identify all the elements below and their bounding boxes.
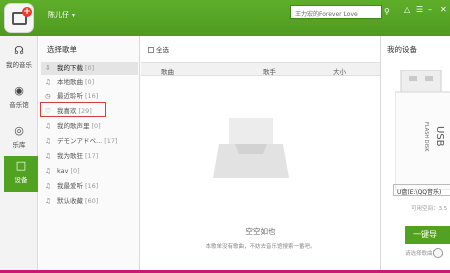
playlist-item[interactable]: ♫ 我的歌声里 [0] — [41, 120, 138, 133]
playlist-count: [16] — [85, 182, 99, 190]
playlist-item[interactable]: ♫ 我最爱听 [16] — [41, 180, 138, 193]
nav-label: 设备 — [14, 176, 28, 184]
playlist-item[interactable]: ♫ 默认收藏 [60] — [41, 195, 138, 208]
playlist-icon: ♫ — [45, 197, 51, 205]
playlist-count: [16] — [85, 92, 99, 100]
checkbox-icon — [148, 47, 154, 53]
device-panel: 我的设备 USB FLASH DISK U盘(E:\QQ音乐) 可用空间：3.5… — [380, 36, 450, 270]
playlist-count: [60] — [85, 197, 99, 205]
playlist-icon: ♫ — [45, 182, 51, 190]
playlist-label: 本地歌曲 — [57, 78, 83, 86]
empty-title: 空空如也 — [245, 227, 276, 236]
playlist-item[interactable]: ♫ デモンアドベ... [17] — [41, 135, 138, 148]
playlist-item[interactable]: ⇩ 我的下载 [0] — [41, 62, 138, 75]
download-icon: ⇩ — [45, 64, 51, 72]
column-header-artist[interactable]: 歌手 — [263, 66, 276, 76]
playlist-icon: ♫ — [45, 122, 51, 130]
playlist-count: [17] — [85, 152, 99, 160]
app-logo[interactable]: + — [4, 3, 34, 33]
minimize-icon[interactable]: – — [428, 5, 432, 14]
playlist-label: 我的歌声里 — [57, 122, 90, 130]
device-select-value: U盘(E:\QQ音乐) — [397, 189, 442, 196]
device-select[interactable]: U盘(E:\QQ音乐) — [393, 184, 450, 196]
playlist-label: kav — [57, 167, 69, 175]
left-nav: ☊ 我的音乐 ◉ 音乐馆 ◎ 乐库 □ 设备 — [0, 36, 38, 270]
nav-label: 我的音乐 — [6, 61, 32, 69]
playlist-count: [0] — [91, 122, 101, 130]
playlist-label: 我的下载 — [57, 64, 83, 72]
music-hall-icon: ◉ — [14, 84, 24, 97]
nav-music-hall[interactable]: ◉ 音乐馆 — [0, 81, 38, 117]
playlist-icon: ♫ — [45, 137, 51, 145]
headphones-icon: ☊ — [14, 44, 24, 57]
search-icon[interactable]: ⚲ — [384, 7, 390, 16]
playlist-header: 选择歌单 — [47, 45, 77, 54]
playlist-label: 最近聆听 — [57, 92, 83, 100]
usb-sublabel: FLASH DISK — [423, 122, 429, 152]
wifi-icon: ▾ — [72, 12, 76, 19]
playlist-item[interactable]: ♫ 我为歌狂 [17] — [41, 150, 138, 163]
column-header-size[interactable]: 大小 — [333, 66, 346, 76]
user-name: 陈儿仔 — [48, 11, 69, 19]
song-list-panel: 全选 歌曲 歌手 大小 空空如也 本歌单没有歌曲，不妨去音乐馆搜索一番吧。 — [141, 36, 380, 270]
usb-label: USB — [434, 126, 445, 147]
song-table-header: 歌曲 歌手 大小 — [141, 62, 380, 76]
close-icon[interactable]: ✕ — [440, 5, 447, 14]
nav-library[interactable]: ◎ 乐库 — [0, 121, 38, 157]
playlist-item[interactable]: ♫ kav [0] — [41, 165, 138, 178]
empty-box-icon — [213, 118, 289, 178]
nav-device[interactable]: □ 设备 — [4, 156, 38, 192]
select-all-label: 全选 — [156, 46, 169, 54]
playlist-count: [0] — [85, 64, 95, 72]
one-click-sync-button[interactable]: 一键导 — [405, 226, 450, 244]
playlist-item[interactable]: ♫ 本地歌曲 [0] — [41, 76, 138, 89]
playlist-label: 我为歌狂 — [57, 152, 83, 160]
nav-my-music[interactable]: ☊ 我的音乐 — [0, 41, 38, 77]
title-bar: + 陈儿仔 ▾ 王力宏的Forever Love ⚲ △ ☰ – ✕ — [0, 0, 450, 36]
device-space-text: 可用空间：3.5 — [411, 206, 448, 212]
playlist-panel: 选择歌单 ⇩ 我的下载 [0] ♫ 本地歌曲 [0] ◷ 最近聆听 [16] ♡ 我喜… — [39, 36, 140, 270]
shirt-icon[interactable]: △ — [404, 5, 410, 14]
empty-subtitle: 本歌单没有歌曲，不妨去音乐馆搜索一番吧。 — [205, 244, 316, 250]
select-all-checkbox[interactable]: 全选 — [148, 44, 169, 54]
playlist-count: [0] — [85, 78, 95, 86]
device-header: 我的设备 — [387, 45, 417, 54]
playlist-label: 我最爱听 — [57, 182, 83, 190]
annotation-highlight-box — [40, 102, 106, 117]
device-icon: □ — [15, 159, 27, 172]
user-menu[interactable]: 陈儿仔 ▾ — [48, 10, 75, 20]
playlist-count: [17] — [104, 137, 118, 145]
column-header-song[interactable]: 歌曲 — [161, 66, 174, 76]
usb-drive-icon: USB FLASH DISK — [395, 70, 450, 190]
playlist-label: 默认收藏 — [57, 197, 83, 205]
playlist-count: [0] — [70, 167, 80, 175]
search-input[interactable]: 王力宏的Forever Love — [290, 5, 382, 19]
playlist-icon: ♫ — [45, 152, 51, 160]
nav-label: 乐库 — [12, 141, 26, 149]
folder-music-icon: ♫ — [45, 78, 51, 86]
settings-knob-icon[interactable] — [433, 248, 443, 258]
playlist-label: デモンアドベ... — [57, 137, 103, 145]
nav-label: 音乐馆 — [9, 101, 29, 109]
playlist-icon: ♫ — [45, 167, 51, 175]
disc-icon: ◎ — [14, 124, 24, 137]
menu-icon[interactable]: ☰ — [416, 5, 423, 14]
logo-plus-icon: + — [22, 7, 32, 17]
